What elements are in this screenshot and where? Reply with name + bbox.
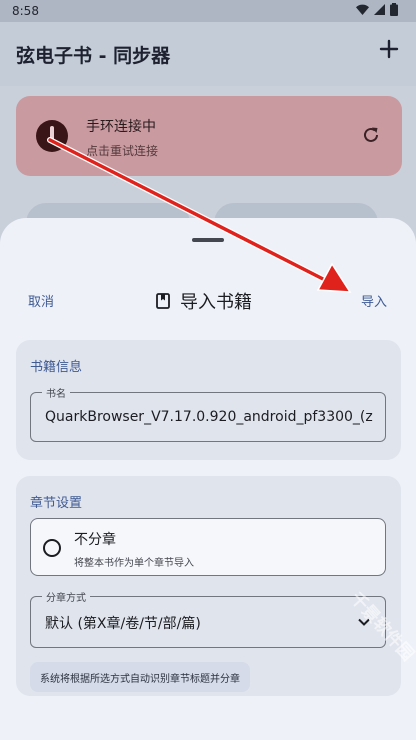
split-mode-legend: 分章方式 (42, 589, 90, 604)
plus-icon[interactable] (376, 36, 402, 62)
split-mode-value: 默认 (第X章/卷/节/部/篇) (45, 616, 201, 632)
cancel-button[interactable]: 取消 (28, 291, 54, 310)
chapter-settings-header: 章节设置 (30, 496, 83, 511)
no-split-option[interactable]: 不分章 将整本书作为单个章节导入 (30, 518, 386, 576)
book-name-field[interactable]: 书名 QuarkBrowser_V7.17.0.920_android_pf33… (30, 385, 386, 442)
disconnected-icon (36, 120, 68, 152)
radio-button[interactable] (43, 539, 61, 557)
no-split-description: 将整本书作为单个章节导入 (74, 558, 194, 569)
connection-title: 手环连接中 (86, 119, 156, 135)
drag-handle[interactable] (192, 238, 224, 242)
connection-card[interactable]: 手环连接中 点击重试连接 (16, 96, 402, 176)
book-name-legend: 书名 (42, 385, 70, 400)
book-info-section: 书籍信息 书名 QuarkBrowser_V7.17.0.920_android… (16, 340, 401, 460)
connection-subtitle: 点击重试连接 (86, 144, 159, 158)
signal-icon (374, 4, 385, 15)
sheet-title: 导入书籍 (156, 288, 252, 314)
refresh-icon[interactable] (360, 124, 382, 146)
wifi-icon (356, 4, 369, 15)
sheet-title-text: 导入书籍 (180, 292, 252, 313)
app-title: 弦电子书 - 同步器 (16, 45, 171, 67)
no-split-title: 不分章 (74, 532, 116, 548)
book-info-header: 书籍信息 (30, 360, 83, 375)
app-bar: 弦电子书 - 同步器 (0, 22, 416, 86)
status-bar: 8:58 (0, 0, 416, 22)
system-icons (356, 3, 398, 16)
book-name-input[interactable]: QuarkBrowser_V7.17.0.920_android_pf3300_… (45, 409, 375, 425)
book-icon (156, 293, 170, 309)
import-button[interactable]: 导入 (361, 291, 387, 310)
battery-icon (390, 3, 398, 16)
split-hint: 系统将根据所选方式自动识别章节标题并分章 (30, 662, 250, 692)
status-time: 8:58 (12, 4, 39, 18)
